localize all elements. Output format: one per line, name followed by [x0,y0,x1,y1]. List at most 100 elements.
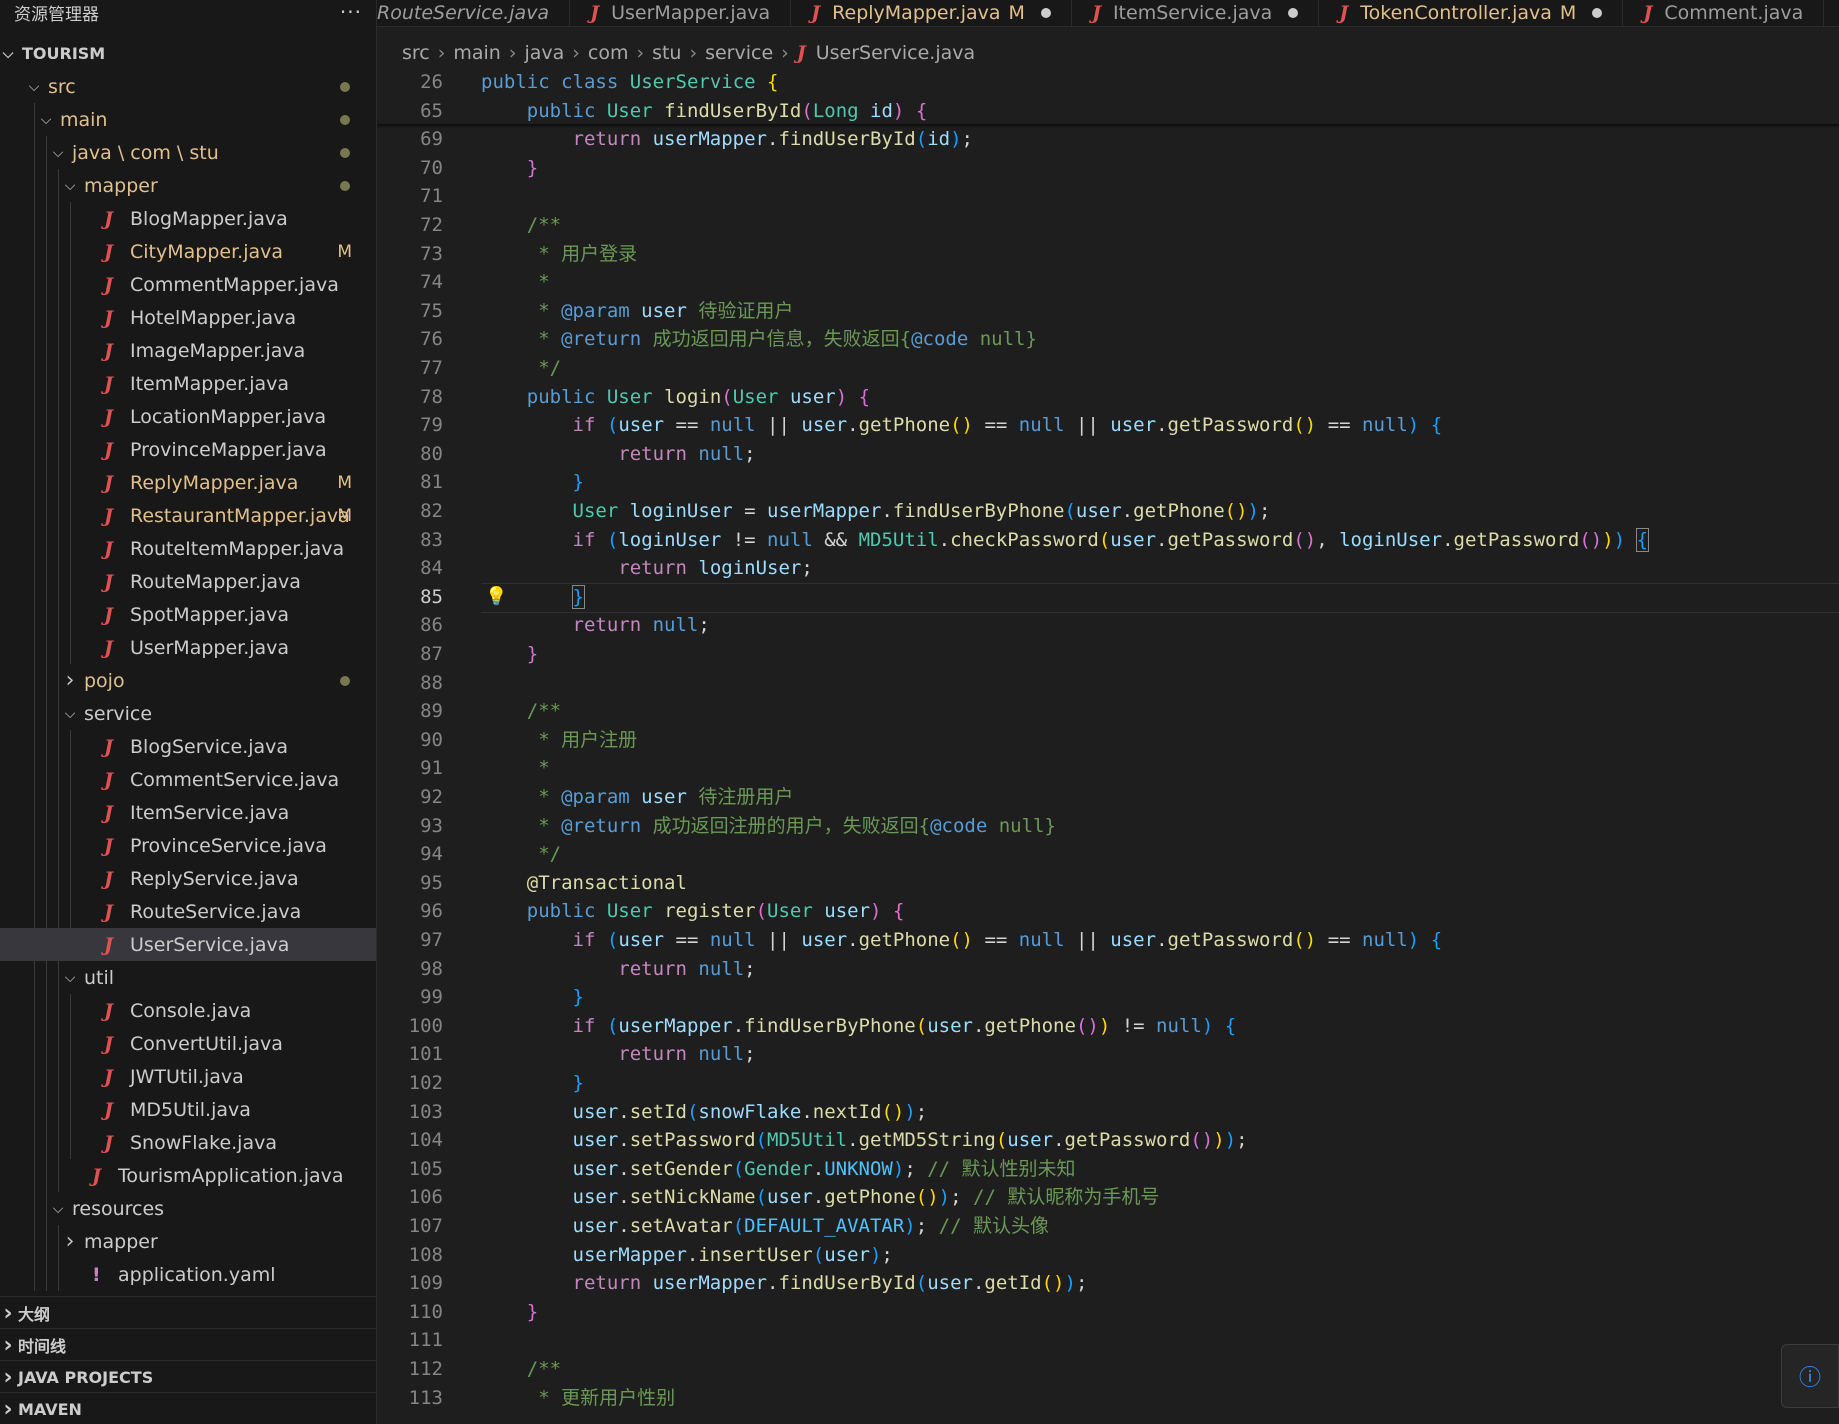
code-line[interactable]: 94 */ [377,840,1839,869]
code-line[interactable]: 82 User loginUser = userMapper.findUserB… [377,497,1839,526]
code-line[interactable]: 92 * @param user 待注册用户 [377,783,1839,812]
code-line[interactable]: 69 return userMapper.findUserById(id); [377,125,1839,154]
tree-file[interactable]: J SpotMapper.java [0,598,376,631]
tree-file[interactable]: J HotelMapper.java [0,301,376,334]
code-line[interactable]: 85 } 💡 [377,583,1839,612]
tree-file[interactable]: J RouteService.java [0,895,376,928]
code-line[interactable]: 113 * 更新用户性别 [377,1384,1839,1413]
sidebar-section[interactable]: › JAVA PROJECTS [0,1360,376,1393]
tree-file[interactable]: J ImageMapper.java [0,334,376,367]
editor-tab[interactable]: J TokenController.java M [1319,0,1624,26]
breadcrumb-item[interactable]: src [402,42,430,64]
unsaved-dot-icon[interactable] [1040,8,1051,18]
code-line[interactable]: 71 [377,182,1839,211]
code-line[interactable]: 101 return null; [377,1040,1839,1069]
code-line[interactable]: 95 @Transactional [377,869,1839,898]
breadcrumb-item[interactable]: com [588,42,629,64]
editor-tab[interactable]: J UserMapper.java [570,0,792,26]
code-line[interactable]: 86 return null; [377,611,1839,640]
breadcrumb-item[interactable]: java [524,42,564,64]
unsaved-dot-icon[interactable] [1288,8,1299,18]
code-line[interactable]: 109 return userMapper.findUserById(user.… [377,1269,1839,1298]
sticky-scroll-line[interactable]: 26 public class UserService { [377,68,1839,97]
tree-folder[interactable]: ⌵ src [0,70,376,103]
code-line[interactable]: 100 if (userMapper.findUserByPhone(user.… [377,1012,1839,1041]
code-line[interactable]: 78 public User login(User user) { [377,383,1839,412]
code-line[interactable]: 74 * [377,268,1839,297]
unsaved-dot-icon[interactable] [1592,8,1603,18]
code-line[interactable]: 97 if (user == null || user.getPhone() =… [377,926,1839,955]
tree-file[interactable]: J SnowFlake.java [0,1126,376,1159]
code-line[interactable]: 83 if (loginUser != null && MD5Util.chec… [377,526,1839,555]
tree-file[interactable]: J ProvinceService.java [0,829,376,862]
tree-file[interactable]: J ReplyService.java [0,862,376,895]
tree-file[interactable]: J CityMapper.java M [0,235,376,268]
sidebar-section[interactable]: › MAVEN [0,1392,376,1424]
code-line[interactable]: 90 * 用户注册 [377,726,1839,755]
code-line[interactable]: 93 * @return 成功返回注册的用户，失败返回{@code null} [377,812,1839,841]
tree-folder[interactable]: ⌵ service [0,697,376,730]
code-line[interactable]: 80 return null; [377,440,1839,469]
tree-file[interactable]: J ItemMapper.java [0,367,376,400]
tree-folder[interactable]: ⌵ util [0,961,376,994]
code-line[interactable]: 75 * @param user 待验证用户 [377,297,1839,326]
editor-tab[interactable]: J ReplyMapper.java M [791,0,1072,26]
sidebar-section[interactable]: › 大纲 [0,1296,376,1329]
tree-file[interactable]: J ConvertUtil.java [0,1027,376,1060]
breadcrumb-item[interactable]: UserService.java [816,42,975,64]
breadcrumb-item[interactable]: stu [652,42,681,64]
tree-file[interactable]: J CommentService.java [0,763,376,796]
editor-tab[interactable]: RouteService.java [377,0,571,26]
code-line[interactable]: 96 public User register(User user) { [377,897,1839,926]
code-line[interactable]: 76 * @return 成功返回用户信息，失败返回{@code null} [377,325,1839,354]
sticky-scroll-line[interactable]: 65 public User findUserById(Long id) { [377,96,1839,126]
code-line[interactable]: 107 user.setAvatar(DEFAULT_AVATAR); // 默… [377,1212,1839,1241]
tree-file[interactable]: J LocationMapper.java [0,400,376,433]
editor-tab[interactable]: J [1824,0,1839,26]
tree-folder[interactable]: › mapper [0,1225,376,1258]
code-line[interactable]: 105 user.setGender(Gender.UNKNOW); // 默认… [377,1155,1839,1184]
tree-file[interactable]: J MD5Util.java [0,1093,376,1126]
tree-folder[interactable]: ⌵ java \ com \ stu [0,136,376,169]
code-editor[interactable]: 26 public class UserService {65 public Us… [377,68,1839,1424]
code-line[interactable]: 79 if (user == null || user.getPhone() =… [377,411,1839,440]
tree-file[interactable]: J BlogService.java [0,730,376,763]
editor-tab[interactable]: J Comment.java [1623,0,1825,26]
lightbulb-icon[interactable]: 💡 [485,583,507,612]
code-line[interactable]: 72 /** [377,211,1839,240]
code-line[interactable]: 98 return null; [377,955,1839,984]
code-line[interactable]: 81 } [377,468,1839,497]
tree-file[interactable]: J ItemService.java [0,796,376,829]
code-line[interactable]: 110 } [377,1298,1839,1327]
tree-folder[interactable]: › pojo [0,664,376,697]
code-line[interactable]: 89 /** [377,697,1839,726]
tree-file[interactable]: J RouteItemMapper.java [0,532,376,565]
code-line[interactable]: 112 /** [377,1355,1839,1384]
tree-folder[interactable]: ⌵ resources [0,1192,376,1225]
sidebar-section[interactable]: › 时间线 [0,1328,376,1361]
code-line[interactable]: 111 [377,1326,1839,1355]
tree-file[interactable]: J JWTUtil.java [0,1060,376,1093]
code-line[interactable]: 91 * [377,754,1839,783]
tree-file[interactable]: J BlogMapper.java [0,202,376,235]
code-line[interactable]: 103 user.setId(snowFlake.nextId()); [377,1098,1839,1127]
breadcrumb-item[interactable]: main [453,42,500,64]
tree-folder[interactable]: ⌵ TOURISM [0,37,376,70]
code-line[interactable]: 108 userMapper.insertUser(user); [377,1241,1839,1270]
tree-folder[interactable]: ⌵ mapper [0,169,376,202]
tree-file[interactable]: J TourismApplication.java [0,1159,376,1192]
tree-file[interactable]: J UserMapper.java [0,631,376,664]
tree-file[interactable]: ! application.yaml [0,1258,376,1291]
breadcrumb-item[interactable]: service [705,42,773,64]
tree-file[interactable]: J Console.java [0,994,376,1027]
editor-tab[interactable]: J ItemService.java [1072,0,1320,26]
code-line[interactable]: 102 } [377,1069,1839,1098]
code-line[interactable]: 99 } [377,983,1839,1012]
tree-file[interactable]: J ReplyMapper.java M [0,466,376,499]
tree-folder[interactable]: ⌵ main [0,103,376,136]
code-line[interactable]: 77 */ [377,354,1839,383]
code-line[interactable]: 104 user.setPassword(MD5Util.getMD5Strin… [377,1126,1839,1155]
code-line[interactable]: 70 } [377,154,1839,183]
code-line[interactable]: 84 return loginUser; [377,554,1839,583]
tree-file[interactable]: J UserService.java [0,928,376,961]
